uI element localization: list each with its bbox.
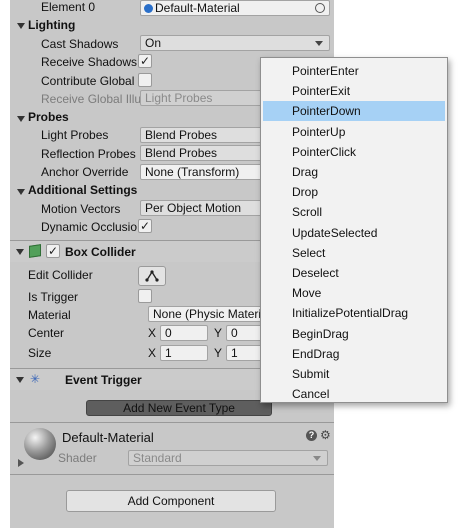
event-trigger-title: Event Trigger [65,373,142,387]
add-component-button[interactable]: Add Component [66,490,276,512]
probes-header[interactable]: Probes [28,110,69,124]
gear-icon[interactable]: ⚙ [320,428,331,442]
event-trigger-foldout-arrow-icon[interactable] [16,377,24,383]
shader-chevron-down-icon [313,456,321,461]
menu-item-move[interactable]: Move [263,283,445,303]
menu-item-begindrag[interactable]: BeginDrag [263,324,445,344]
menu-item-pointerenter[interactable]: PointerEnter [263,61,445,81]
center-x-value: 0 [165,326,172,340]
add-new-event-type-label: Add New Event Type [123,401,235,415]
additional-settings-header[interactable]: Additional Settings [28,183,137,197]
center-y-label: Y [214,326,223,340]
dynamic-occlusion-checkbox[interactable]: ✓ [138,219,152,233]
is-trigger-label: Is Trigger [28,290,79,304]
edit-collider-icon [145,270,159,282]
menu-item-drag[interactable]: Drag [263,162,445,182]
light-probes-value: Blend Probes [145,128,218,142]
element-0-material-field[interactable]: Default-Material [140,0,330,16]
edit-collider-button[interactable] [138,266,166,286]
material-icon [144,4,153,13]
lighting-header[interactable]: Lighting [28,18,75,32]
size-y-value: 1 [231,346,238,360]
event-trigger-icon: ✳ [30,372,41,386]
chevron-down-icon [315,41,323,46]
box-collider-icon [29,244,41,258]
receive-shadows-label: Receive Shadows [41,55,138,69]
size-x-label: X [148,346,157,360]
material-name: Default-Material [62,430,154,445]
additional-settings-foldout-arrow-icon[interactable] [17,189,25,195]
add-component-label: Add Component [127,494,215,508]
element-0-material-value: Default-Material [155,1,240,15]
dynamic-occlusion-label: Dynamic Occlusio [41,220,138,234]
receive-shadows-checkbox[interactable]: ✓ [138,54,152,68]
box-collider-title: Box Collider [65,245,136,259]
size-x-input[interactable]: 1 [160,345,208,361]
anchor-override-value: None (Transform) [145,165,240,179]
collider-material-value: None (Physic Material) [153,307,275,321]
cast-shadows-label: Cast Shadows [41,37,119,51]
menu-item-pointerclick[interactable]: PointerClick [263,142,445,162]
shader-dropdown[interactable]: Standard [128,450,328,466]
anchor-override-label: Anchor Override [41,165,129,179]
menu-item-pointerdown[interactable]: PointerDown [263,101,445,122]
center-label: Center [28,326,65,340]
cast-shadows-dropdown[interactable]: On [140,35,330,51]
size-x-value: 1 [165,346,172,360]
cast-shadows-value: On [145,36,162,50]
contribute-gi-checkbox[interactable] [138,73,152,87]
shader-foldout-arrow-icon[interactable] [18,459,24,467]
object-picker-icon[interactable] [315,3,325,13]
element-0-label: Element 0 [41,0,96,14]
light-probes-label: Light Probes [41,128,109,142]
material-preview-sphere-icon [24,428,56,460]
help-icon[interactable]: ? [306,430,317,441]
box-collider-foldout-arrow-icon[interactable] [16,249,24,255]
menu-item-updateselected[interactable]: UpdateSelected [263,223,445,243]
event-type-dropdown-menu: PointerEnter PointerExit PointerDown Pointe… [260,57,448,403]
menu-item-initializepotentialdrag[interactable]: InitializePotentialDrag [263,303,445,323]
menu-item-cancel[interactable]: Cancel [263,384,445,404]
size-label: Size [28,346,52,360]
receive-gi-label: Receive Global Illu [41,92,142,106]
size-y-label: Y [214,346,223,360]
separator [10,474,334,475]
center-x-input[interactable]: 0 [160,325,208,341]
probes-foldout-arrow-icon[interactable] [17,116,25,122]
menu-item-scroll[interactable]: Scroll [263,202,445,222]
menu-item-submit[interactable]: Submit [263,364,445,384]
menu-item-drop[interactable]: Drop [263,182,445,202]
separator [10,422,334,423]
motion-vectors-label: Motion Vectors [41,202,121,216]
edit-collider-label: Edit Collider [28,268,93,282]
box-collider-enabled-checkbox[interactable]: ✓ [46,244,60,258]
is-trigger-checkbox[interactable] [138,289,152,303]
menu-item-select[interactable]: Select [263,243,445,263]
center-y-value: 0 [231,326,238,340]
shader-value: Standard [133,451,182,465]
menu-item-pointerup[interactable]: PointerUp [263,122,445,142]
receive-gi-value: Light Probes [145,91,213,105]
reflection-probes-label: Reflection Probes [41,147,136,161]
center-x-label: X [148,326,157,340]
motion-vectors-value: Per Object Motion [145,201,242,215]
menu-item-enddrag[interactable]: EndDrag [263,344,445,364]
inspector-window: Element 0 Default-Material Lighting Cast… [0,0,474,528]
contribute-gi-label: Contribute Global I [41,74,142,88]
add-new-event-type-button[interactable]: Add New Event Type [86,400,272,416]
lighting-foldout-arrow-icon[interactable] [17,23,25,29]
collider-material-label: Material [28,308,71,322]
menu-item-pointerexit[interactable]: PointerExit [263,81,445,101]
reflection-probes-value: Blend Probes [145,146,218,160]
shader-label: Shader [58,451,97,465]
menu-item-deselect[interactable]: Deselect [263,263,445,283]
